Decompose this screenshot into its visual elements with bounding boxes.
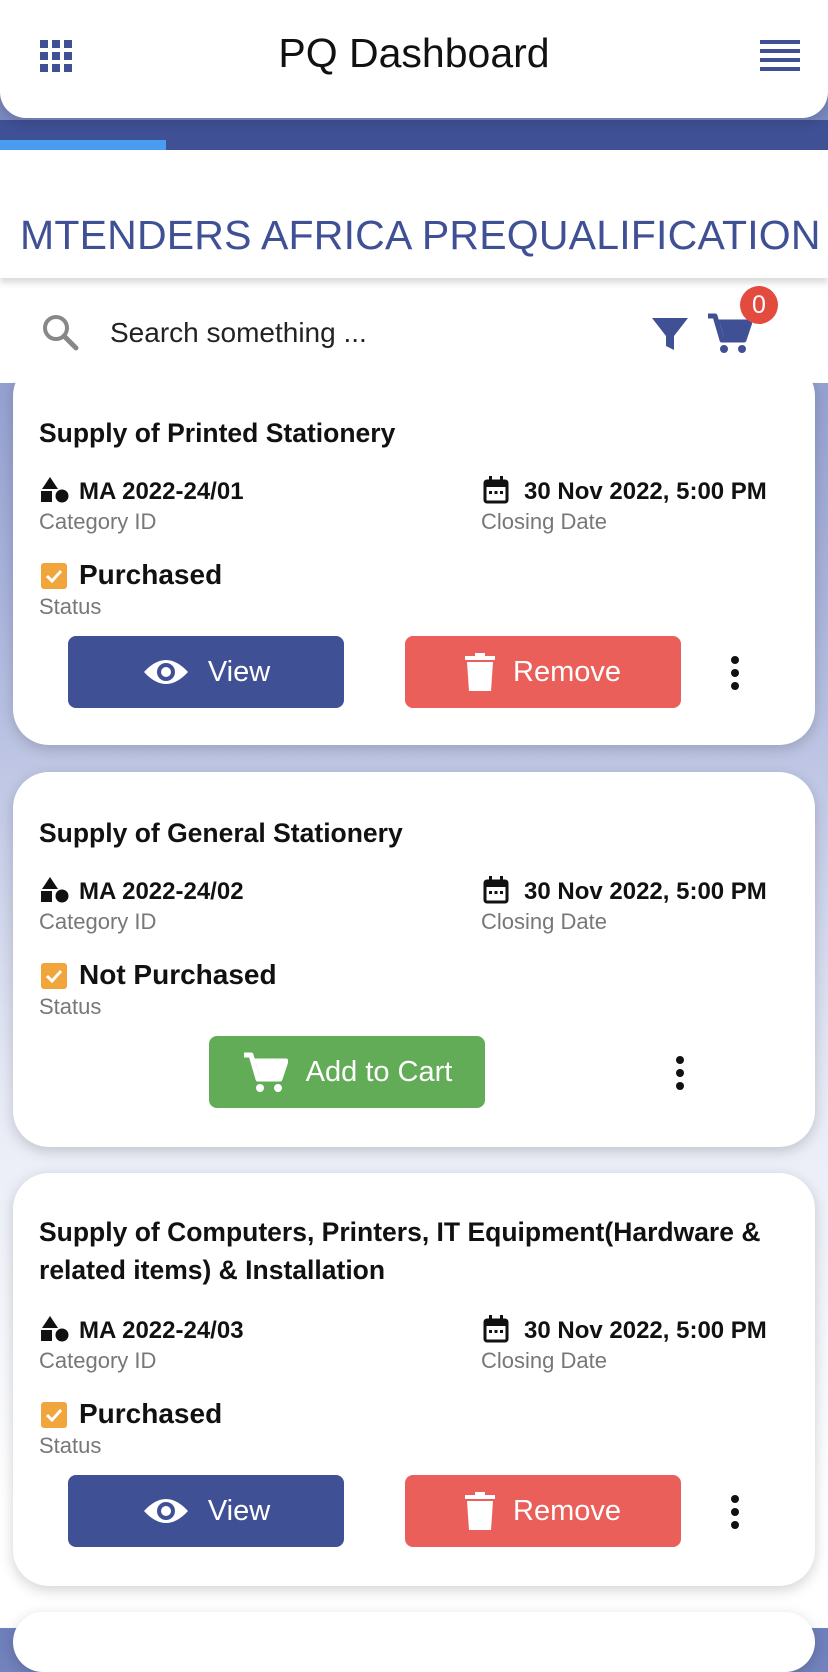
calendar-icon [483, 476, 509, 504]
remove-button-label: Remove [513, 1494, 621, 1527]
cart-icon [243, 1052, 288, 1092]
checkbox-checked-icon [41, 963, 67, 989]
view-button[interactable]: View [68, 1475, 344, 1547]
category-shapes-icon [41, 877, 69, 903]
tender-title: Supply of Computers, Printers, IT Equipm… [39, 1217, 761, 1285]
search-input[interactable] [108, 310, 612, 356]
section-title: MTENDERS AFRICA PREQUALIFICATION [20, 212, 821, 258]
app-bar: PQ Dashboard [0, 0, 828, 118]
more-vertical-icon[interactable] [675, 1055, 685, 1091]
closing-date-value: 30 Nov 2022, 5:00 PM [524, 878, 767, 905]
tender-card [13, 1612, 815, 1672]
category-id-value: MA 2022-24/01 [79, 478, 244, 505]
tender-card: Supply of Computers, Printers, IT Equipm… [13, 1173, 815, 1586]
closing-date-value: 30 Nov 2022, 5:00 PM [524, 478, 767, 505]
progress-fill [0, 140, 166, 150]
calendar-icon [483, 876, 509, 904]
filter-icon[interactable] [650, 314, 690, 354]
closing-date-label: Closing Date [481, 509, 607, 534]
status-label: Status [39, 994, 102, 1019]
closing-date-label: Closing Date [481, 909, 607, 934]
calendar-icon [483, 1315, 509, 1343]
add-to-cart-button[interactable]: Add to Cart [209, 1036, 485, 1108]
category-id-label: Category ID [39, 509, 157, 534]
search-bar: 0 [0, 286, 828, 382]
category-id-value: MA 2022-24/03 [79, 1317, 244, 1344]
category-id-label: Category ID [39, 909, 157, 934]
closing-date-value: 30 Nov 2022, 5:00 PM [524, 1317, 767, 1344]
category-shapes-icon [41, 477, 69, 503]
trash-icon [465, 653, 495, 691]
eye-icon [143, 1499, 188, 1523]
trash-icon [465, 1492, 495, 1530]
menu-icon[interactable] [760, 38, 800, 74]
tender-title: Supply of Printed Stationery [39, 418, 396, 448]
status-value: Not Purchased [79, 959, 277, 990]
view-button-label: View [207, 655, 271, 688]
eye-icon [143, 660, 188, 684]
checkbox-checked-icon [41, 563, 67, 589]
status-value: Purchased [79, 1398, 223, 1429]
tender-card: Supply of General Stationery MA 2022-24/… [13, 772, 815, 1147]
remove-button-label: Remove [513, 655, 621, 688]
add-to-cart-label: Add to Cart [305, 1055, 453, 1088]
remove-button[interactable]: Remove [405, 1475, 681, 1547]
remove-button[interactable]: Remove [405, 636, 681, 708]
status-label: Status [39, 1433, 102, 1458]
search-icon [43, 315, 79, 351]
more-vertical-icon[interactable] [730, 655, 740, 691]
status-label: Status [39, 594, 102, 619]
more-vertical-icon[interactable] [730, 1494, 740, 1530]
status-value: Purchased [79, 559, 223, 590]
view-button[interactable]: View [68, 636, 344, 708]
tender-card: Supply of Printed Stationery MA 2022-24/… [13, 360, 815, 745]
category-shapes-icon [41, 1316, 69, 1342]
category-id-label: Category ID [39, 1348, 157, 1373]
checkbox-checked-icon [41, 1402, 67, 1428]
view-button-label: View [207, 1494, 271, 1527]
category-id-value: MA 2022-24/02 [79, 878, 244, 905]
section-header: MTENDERS AFRICA PREQUALIFICATION [0, 150, 828, 278]
page-title: PQ Dashboard [278, 30, 550, 76]
cart-count-badge: 0 [740, 286, 778, 324]
tender-title: Supply of General Stationery [39, 818, 403, 848]
closing-date-label: Closing Date [481, 1348, 607, 1373]
